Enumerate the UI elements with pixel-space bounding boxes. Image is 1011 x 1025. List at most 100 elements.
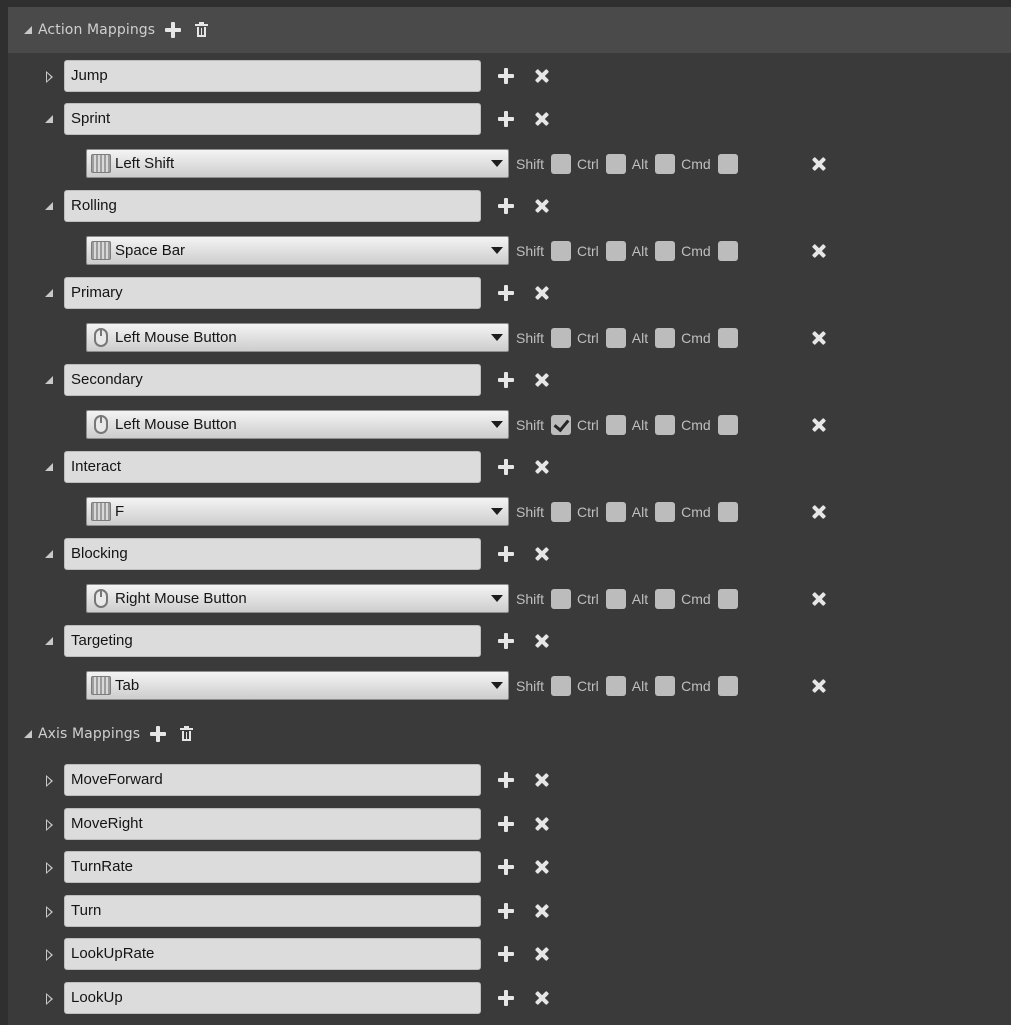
remove-mapping-button[interactable]	[534, 546, 550, 562]
remove-mapping-button[interactable]	[534, 285, 550, 301]
modifier-checkbox-ctrl[interactable]	[605, 589, 626, 609]
collapse-triangle-icon[interactable]	[45, 550, 53, 558]
collapse-triangle-icon[interactable]	[45, 202, 53, 210]
modifier-checkbox-cmd[interactable]	[717, 328, 738, 348]
modifier-checkbox-cmd[interactable]	[717, 415, 738, 435]
action-mapping-name-input[interactable]: Rolling	[64, 190, 481, 222]
key-selector-dropdown[interactable]: Left Shift	[86, 149, 509, 178]
collapse-triangle-icon[interactable]	[24, 26, 32, 34]
key-selector-dropdown[interactable]: Right Mouse Button	[86, 584, 509, 613]
collapse-triangle-icon[interactable]	[45, 637, 53, 645]
modifier-checkbox-ctrl[interactable]	[605, 328, 626, 348]
modifier-checkbox-ctrl[interactable]	[605, 154, 626, 174]
modifier-checkbox-cmd[interactable]	[717, 241, 738, 261]
action-mapping-name-input[interactable]: Sprint	[64, 103, 481, 135]
add-key-button[interactable]	[498, 772, 514, 788]
expand-triangle-icon[interactable]	[46, 992, 53, 1005]
remove-key-button[interactable]	[811, 330, 827, 346]
modifier-checkbox-cmd[interactable]	[717, 589, 738, 609]
modifier-checkbox-ctrl[interactable]	[605, 241, 626, 261]
modifier-checkbox-shift[interactable]	[551, 241, 572, 261]
key-selector-dropdown[interactable]: Left Mouse Button	[86, 410, 509, 439]
collapse-triangle-icon[interactable]	[45, 115, 53, 123]
modifier-checkbox-alt[interactable]	[655, 676, 676, 696]
remove-mapping-button[interactable]	[534, 946, 550, 962]
add-key-button[interactable]	[498, 546, 514, 562]
axis-mapping-name-input[interactable]: Turn	[64, 894, 481, 927]
remove-mapping-button[interactable]	[534, 198, 550, 214]
expand-triangle-icon[interactable]	[46, 71, 53, 83]
modifier-checkbox-alt[interactable]	[655, 415, 676, 435]
collapse-triangle-icon[interactable]	[24, 730, 32, 738]
modifier-checkbox-alt[interactable]	[655, 502, 676, 522]
modifier-checkbox-alt[interactable]	[655, 241, 676, 261]
add-key-button[interactable]	[498, 372, 514, 388]
modifier-checkbox-cmd[interactable]	[717, 676, 738, 696]
axis-mapping-name-input[interactable]: MoveRight	[64, 807, 481, 840]
modifier-checkbox-ctrl[interactable]	[605, 676, 626, 696]
collapse-triangle-icon[interactable]	[45, 463, 53, 471]
remove-mapping-button[interactable]	[534, 903, 550, 919]
action-mapping-name-input[interactable]: Secondary	[64, 364, 481, 396]
remove-mapping-button[interactable]	[534, 633, 550, 649]
add-axis-mapping-button[interactable]	[150, 726, 167, 742]
add-key-button[interactable]	[498, 989, 514, 1006]
add-key-button[interactable]	[498, 459, 514, 475]
remove-mapping-button[interactable]	[534, 68, 550, 84]
clear-axis-mappings-button[interactable]	[180, 726, 194, 742]
remove-mapping-button[interactable]	[534, 372, 550, 388]
modifier-checkbox-ctrl[interactable]	[605, 502, 626, 522]
action-mapping-name-input[interactable]: Primary	[64, 277, 481, 309]
add-key-button[interactable]	[498, 633, 514, 649]
modifier-checkbox-shift[interactable]	[551, 589, 572, 609]
add-key-button[interactable]	[498, 198, 514, 214]
clear-action-mappings-button[interactable]	[195, 22, 209, 38]
action-mapping-name-input[interactable]: Targeting	[64, 625, 481, 657]
key-selector-dropdown[interactable]: F	[86, 497, 509, 526]
modifier-checkbox-shift[interactable]	[551, 328, 572, 348]
modifier-checkbox-alt[interactable]	[655, 589, 676, 609]
add-key-button[interactable]	[498, 285, 514, 301]
axis-mapping-name-input[interactable]: LookUpRate	[64, 938, 481, 970]
axis-mapping-name-input[interactable]: TurnRate	[64, 851, 481, 883]
modifier-checkbox-shift[interactable]	[551, 154, 572, 174]
action-mapping-name-input[interactable]: Interact	[64, 451, 481, 483]
remove-key-button[interactable]	[811, 243, 827, 259]
modifier-checkbox-alt[interactable]	[655, 328, 676, 348]
axis-mapping-name-input[interactable]: MoveForward	[64, 764, 481, 796]
modifier-checkbox-ctrl[interactable]	[605, 415, 626, 435]
remove-key-button[interactable]	[811, 678, 827, 694]
remove-mapping-button[interactable]	[534, 772, 550, 788]
add-action-mapping-button[interactable]	[165, 22, 182, 38]
expand-triangle-icon[interactable]	[46, 949, 53, 961]
remove-mapping-button[interactable]	[534, 990, 550, 1006]
expand-triangle-icon[interactable]	[46, 862, 53, 874]
remove-mapping-button[interactable]	[534, 459, 550, 475]
key-selector-dropdown[interactable]: Space Bar	[86, 236, 509, 265]
remove-key-button[interactable]	[811, 156, 827, 172]
add-key-button[interactable]	[498, 902, 514, 919]
action-mapping-name-input[interactable]: Jump	[64, 60, 481, 92]
modifier-checkbox-alt[interactable]	[655, 154, 676, 174]
add-key-button[interactable]	[498, 68, 514, 84]
action-mapping-name-input[interactable]: Blocking	[64, 538, 481, 570]
modifier-checkbox-shift[interactable]	[551, 415, 572, 435]
key-selector-dropdown[interactable]: Left Mouse Button	[86, 323, 509, 352]
collapse-triangle-icon[interactable]	[45, 289, 53, 297]
remove-mapping-button[interactable]	[534, 816, 550, 832]
expand-triangle-icon[interactable]	[46, 818, 53, 831]
axis-mappings-header[interactable]: Axis Mappings	[8, 711, 1011, 757]
modifier-checkbox-shift[interactable]	[551, 676, 572, 696]
expand-triangle-icon[interactable]	[46, 775, 53, 787]
add-key-button[interactable]	[498, 946, 514, 962]
remove-key-button[interactable]	[811, 504, 827, 520]
collapse-triangle-icon[interactable]	[45, 376, 53, 384]
expand-triangle-icon[interactable]	[46, 905, 53, 918]
remove-mapping-button[interactable]	[534, 111, 550, 127]
modifier-checkbox-cmd[interactable]	[717, 154, 738, 174]
add-key-button[interactable]	[498, 111, 514, 127]
modifier-checkbox-shift[interactable]	[551, 502, 572, 522]
remove-key-button[interactable]	[811, 591, 827, 607]
modifier-checkbox-cmd[interactable]	[717, 502, 738, 522]
add-key-button[interactable]	[498, 815, 514, 832]
